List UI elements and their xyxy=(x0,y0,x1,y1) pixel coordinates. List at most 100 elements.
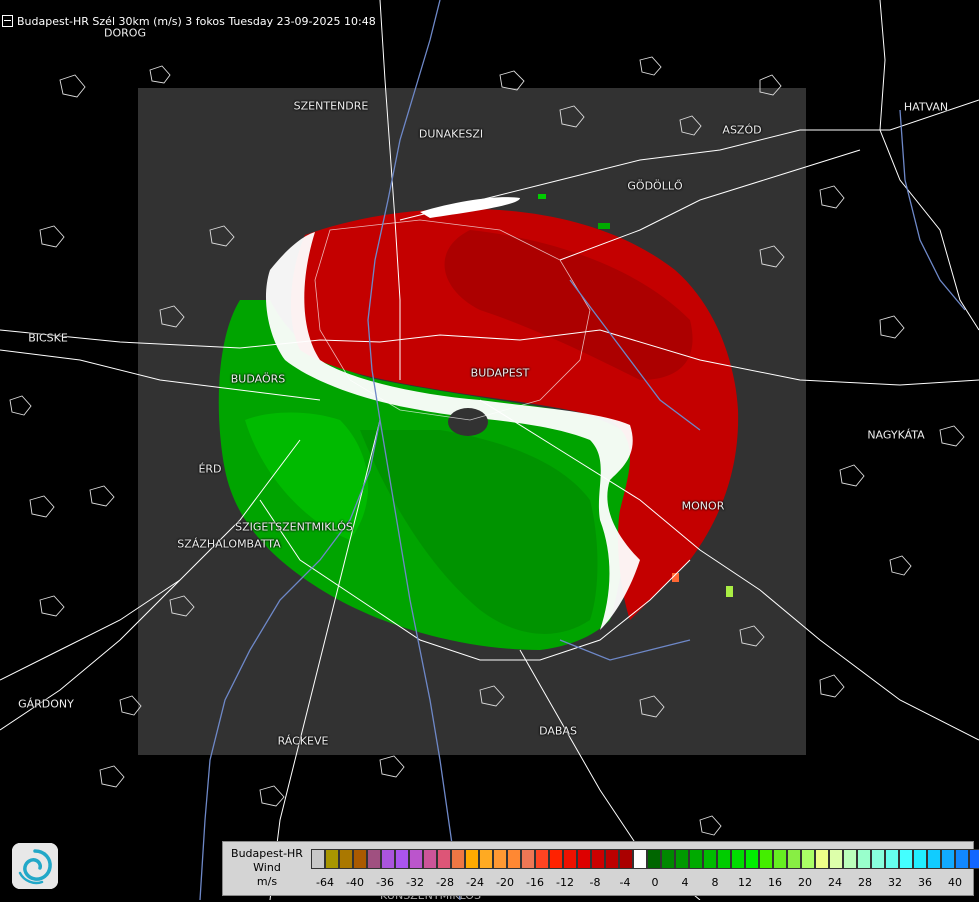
legend-swatch xyxy=(367,849,381,869)
legend-tick: -24 xyxy=(466,876,484,889)
legend-tick: 20 xyxy=(798,876,812,889)
legend-swatch xyxy=(633,849,647,869)
legend-swatch xyxy=(605,849,619,869)
legend-swatch xyxy=(339,849,353,869)
legend-tick: -36 xyxy=(376,876,394,889)
city-label: BUDAPEST xyxy=(470,366,530,380)
legend-swatch xyxy=(885,849,899,869)
legend-swatch xyxy=(423,849,437,869)
city-label: DABAS xyxy=(539,724,577,738)
echo-cell-north xyxy=(538,194,546,199)
legend-label-radar: Budapest-HR xyxy=(231,847,303,860)
legend-swatch xyxy=(409,849,423,869)
legend-tick: 0 xyxy=(651,876,659,889)
city-label: ASZÓD xyxy=(722,123,762,137)
legend-label-product: Wind xyxy=(253,861,281,874)
legend-swatch xyxy=(325,849,339,869)
legend-swatch xyxy=(773,849,787,869)
legend-swatch xyxy=(913,849,927,869)
radar-center-gap xyxy=(448,408,488,436)
legend-swatch xyxy=(353,849,367,869)
legend-tick: 28 xyxy=(858,876,872,889)
city-label: SZÁZHALOMBATTA xyxy=(177,537,281,551)
legend-swatch xyxy=(941,849,955,869)
legend-swatch xyxy=(647,849,661,869)
city-label: NAGYKÁTA xyxy=(867,428,925,442)
legend-label-unit: m/s xyxy=(256,875,278,888)
legend-swatch xyxy=(563,849,577,869)
legend-swatch xyxy=(437,849,451,869)
legend-swatch xyxy=(829,849,843,869)
legend-tick: -16 xyxy=(526,876,544,889)
legend-tick: -4 xyxy=(619,876,631,889)
legend-swatch xyxy=(577,849,591,869)
city-label: DUNAKESZI xyxy=(418,127,484,141)
legend-tick: 36 xyxy=(918,876,932,889)
city-label: HATVAN xyxy=(903,100,949,114)
legend-swatch xyxy=(843,849,857,869)
city-label: RÁCKEVE xyxy=(277,734,329,748)
echo-cell-east xyxy=(726,586,733,597)
legend-color-scale xyxy=(311,849,979,869)
legend-swatch xyxy=(955,849,969,869)
legend-swatch xyxy=(745,849,759,869)
city-label: SZIGETSZENTMIKLÓS xyxy=(235,520,353,534)
legend-swatch xyxy=(619,849,633,869)
swirl-logo-icon xyxy=(12,843,58,889)
legend-swatch xyxy=(801,849,815,869)
legend-tick: -20 xyxy=(496,876,514,889)
legend-swatch xyxy=(591,849,605,869)
legend-tick: 32 xyxy=(888,876,902,889)
radar-map xyxy=(0,0,979,900)
legend-swatch xyxy=(465,849,479,869)
legend-tick: -28 xyxy=(436,876,454,889)
legend-title: Budapest-HR Wind m/s xyxy=(225,847,309,889)
legend-swatch xyxy=(759,849,773,869)
city-label: DOROG xyxy=(104,26,146,40)
city-label: BUDAÖRS xyxy=(230,372,286,386)
legend-swatch xyxy=(661,849,675,869)
legend-swatch xyxy=(871,849,885,869)
legend-swatch xyxy=(479,849,493,869)
legend-swatch xyxy=(381,849,395,869)
legend-swatch xyxy=(857,849,871,869)
legend-swatch xyxy=(535,849,549,869)
legend-swatch xyxy=(395,849,409,869)
service-logo[interactable] xyxy=(12,843,58,889)
legend-tick: -32 xyxy=(406,876,424,889)
legend-swatch xyxy=(969,849,979,869)
legend-swatch xyxy=(703,849,717,869)
legend-tick: 4 xyxy=(681,876,689,889)
legend-tick: 12 xyxy=(738,876,752,889)
legend-swatch xyxy=(311,849,325,869)
legend-swatch xyxy=(731,849,745,869)
legend-tick: 24 xyxy=(828,876,842,889)
legend-tick: 16 xyxy=(768,876,782,889)
city-label: GÁRDONY xyxy=(18,697,74,711)
legend-swatch xyxy=(675,849,689,869)
print-icon[interactable] xyxy=(2,15,13,27)
legend-swatch xyxy=(451,849,465,869)
legend-swatch xyxy=(815,849,829,869)
legend-swatch xyxy=(787,849,801,869)
legend-tick: 40 xyxy=(948,876,962,889)
legend-swatch xyxy=(927,849,941,869)
legend-swatch xyxy=(493,849,507,869)
legend-tick-labels: -64 -40 -36 -32 -28 -24 -20 -16 -12 -8 -4 0 4 8 12 16 20… xyxy=(311,876,971,892)
city-label: SZENTENDRE xyxy=(293,99,369,113)
legend-swatch xyxy=(899,849,913,869)
legend-swatch xyxy=(717,849,731,869)
legend-tick: -40 xyxy=(346,876,364,889)
echo-cell-northeast xyxy=(598,223,610,229)
map-title: Budapest-HR Szél 30km (m/s) 3 fokos Tues… xyxy=(17,14,376,28)
legend-swatch xyxy=(521,849,535,869)
legend-swatch xyxy=(549,849,563,869)
legend-tick: 8 xyxy=(711,876,719,889)
legend-swatch xyxy=(689,849,703,869)
legend-tick: -64 xyxy=(316,876,334,889)
city-label: ÉRD xyxy=(198,462,222,476)
legend-tick: -12 xyxy=(556,876,574,889)
legend-swatch xyxy=(507,849,521,869)
city-label: GÖDÖLLŐ xyxy=(627,179,683,193)
legend-tick: -8 xyxy=(589,876,601,889)
